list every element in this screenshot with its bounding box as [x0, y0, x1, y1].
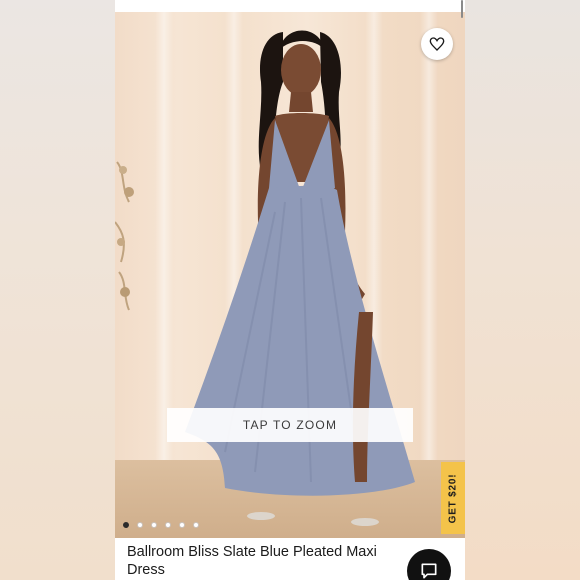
product-image[interactable]: TAP TO ZOOM GET $20! [115, 12, 465, 538]
blurred-background-left [0, 0, 115, 580]
product-title: Ballroom Bliss Slate Blue Pleated Maxi D… [127, 544, 377, 578]
blurred-background-right [465, 0, 580, 580]
promo-tab[interactable]: GET $20! [441, 462, 465, 534]
status-strip [115, 0, 465, 12]
carousel-dot[interactable] [123, 522, 129, 528]
carousel-dot[interactable] [179, 522, 185, 528]
model-figure [185, 30, 415, 526]
scroll-indicator[interactable] [461, 0, 463, 18]
carousel-dot[interactable] [137, 522, 143, 528]
promo-label: GET $20! [447, 473, 459, 523]
carousel-dots [123, 522, 199, 528]
favorite-button[interactable] [421, 28, 453, 60]
chat-icon [421, 563, 437, 579]
heart-icon [429, 37, 445, 51]
carousel-dot[interactable] [193, 522, 199, 528]
product-screen: TAP TO ZOOM GET $20! Ballroom Bliss Slat… [115, 0, 465, 580]
tap-to-zoom-button[interactable]: TAP TO ZOOM [167, 408, 413, 442]
carousel-dot[interactable] [151, 522, 157, 528]
chat-button[interactable] [407, 549, 451, 580]
carousel-dot[interactable] [165, 522, 171, 528]
